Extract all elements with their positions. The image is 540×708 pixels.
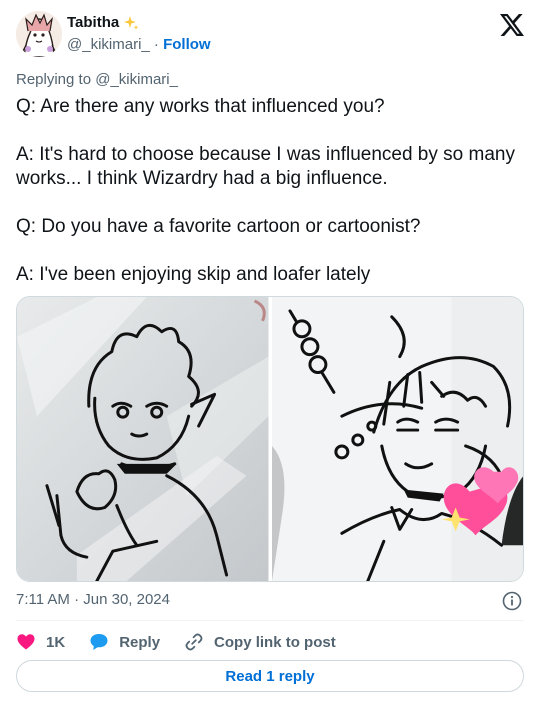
- copy-link-label: Copy link to post: [214, 633, 336, 651]
- tweet-paragraph: Q: Are there any works that influenced y…: [16, 96, 385, 117]
- author-handle[interactable]: @_kikimari_: [67, 36, 150, 53]
- author-name-row[interactable]: Tabitha: [67, 14, 139, 31]
- author-handle-row: @_kikimari_ · Follow: [67, 36, 211, 53]
- heart-icon: [17, 634, 35, 650]
- chain-link-icon: [185, 633, 203, 651]
- separator-dot: ·: [153, 36, 159, 53]
- tweet-timestamp[interactable]: 7:11 AM · Jun 30, 2024: [16, 591, 170, 608]
- tweet-paragraph: A: It's hard to choose because I was inf…: [16, 144, 515, 189]
- reply-label: Reply: [119, 633, 161, 651]
- sparkle-icon: [124, 15, 139, 30]
- author-avatar[interactable]: [16, 11, 62, 57]
- like-count: 1K: [46, 633, 66, 651]
- reply-button[interactable]: Reply: [89, 632, 160, 652]
- action-bar: 1K Reply Copy link to post: [16, 630, 360, 654]
- author-display-name[interactable]: Tabitha: [67, 14, 119, 31]
- x-logo-icon[interactable]: [500, 14, 524, 36]
- media-grid: [16, 296, 524, 582]
- drawing-photo-left[interactable]: [17, 297, 269, 581]
- follow-button[interactable]: Follow: [163, 36, 211, 53]
- copy-link-button[interactable]: Copy link to post: [184, 632, 336, 652]
- replying-to-text: Replying to @_kikimari_: [16, 71, 178, 88]
- read-replies-button[interactable]: Read 1 reply: [16, 660, 524, 692]
- like-button[interactable]: 1K: [16, 632, 65, 652]
- read-replies-label: Read 1 reply: [225, 667, 315, 685]
- speech-bubble-icon: [90, 634, 108, 650]
- divider: [16, 620, 524, 621]
- tweet-paragraph: Q: Do you have a favorite cartoon or car…: [16, 216, 421, 237]
- tweet-text: Q: Are there any works that influenced y…: [16, 95, 524, 287]
- tweet-paragraph: A: I've been enjoying skip and loafer la…: [16, 264, 371, 285]
- info-icon[interactable]: [502, 591, 522, 611]
- tweet-embed-card: Tabitha @_kikimari_ · Follow Replying to…: [0, 0, 540, 708]
- drawing-photo-right[interactable]: [271, 297, 523, 581]
